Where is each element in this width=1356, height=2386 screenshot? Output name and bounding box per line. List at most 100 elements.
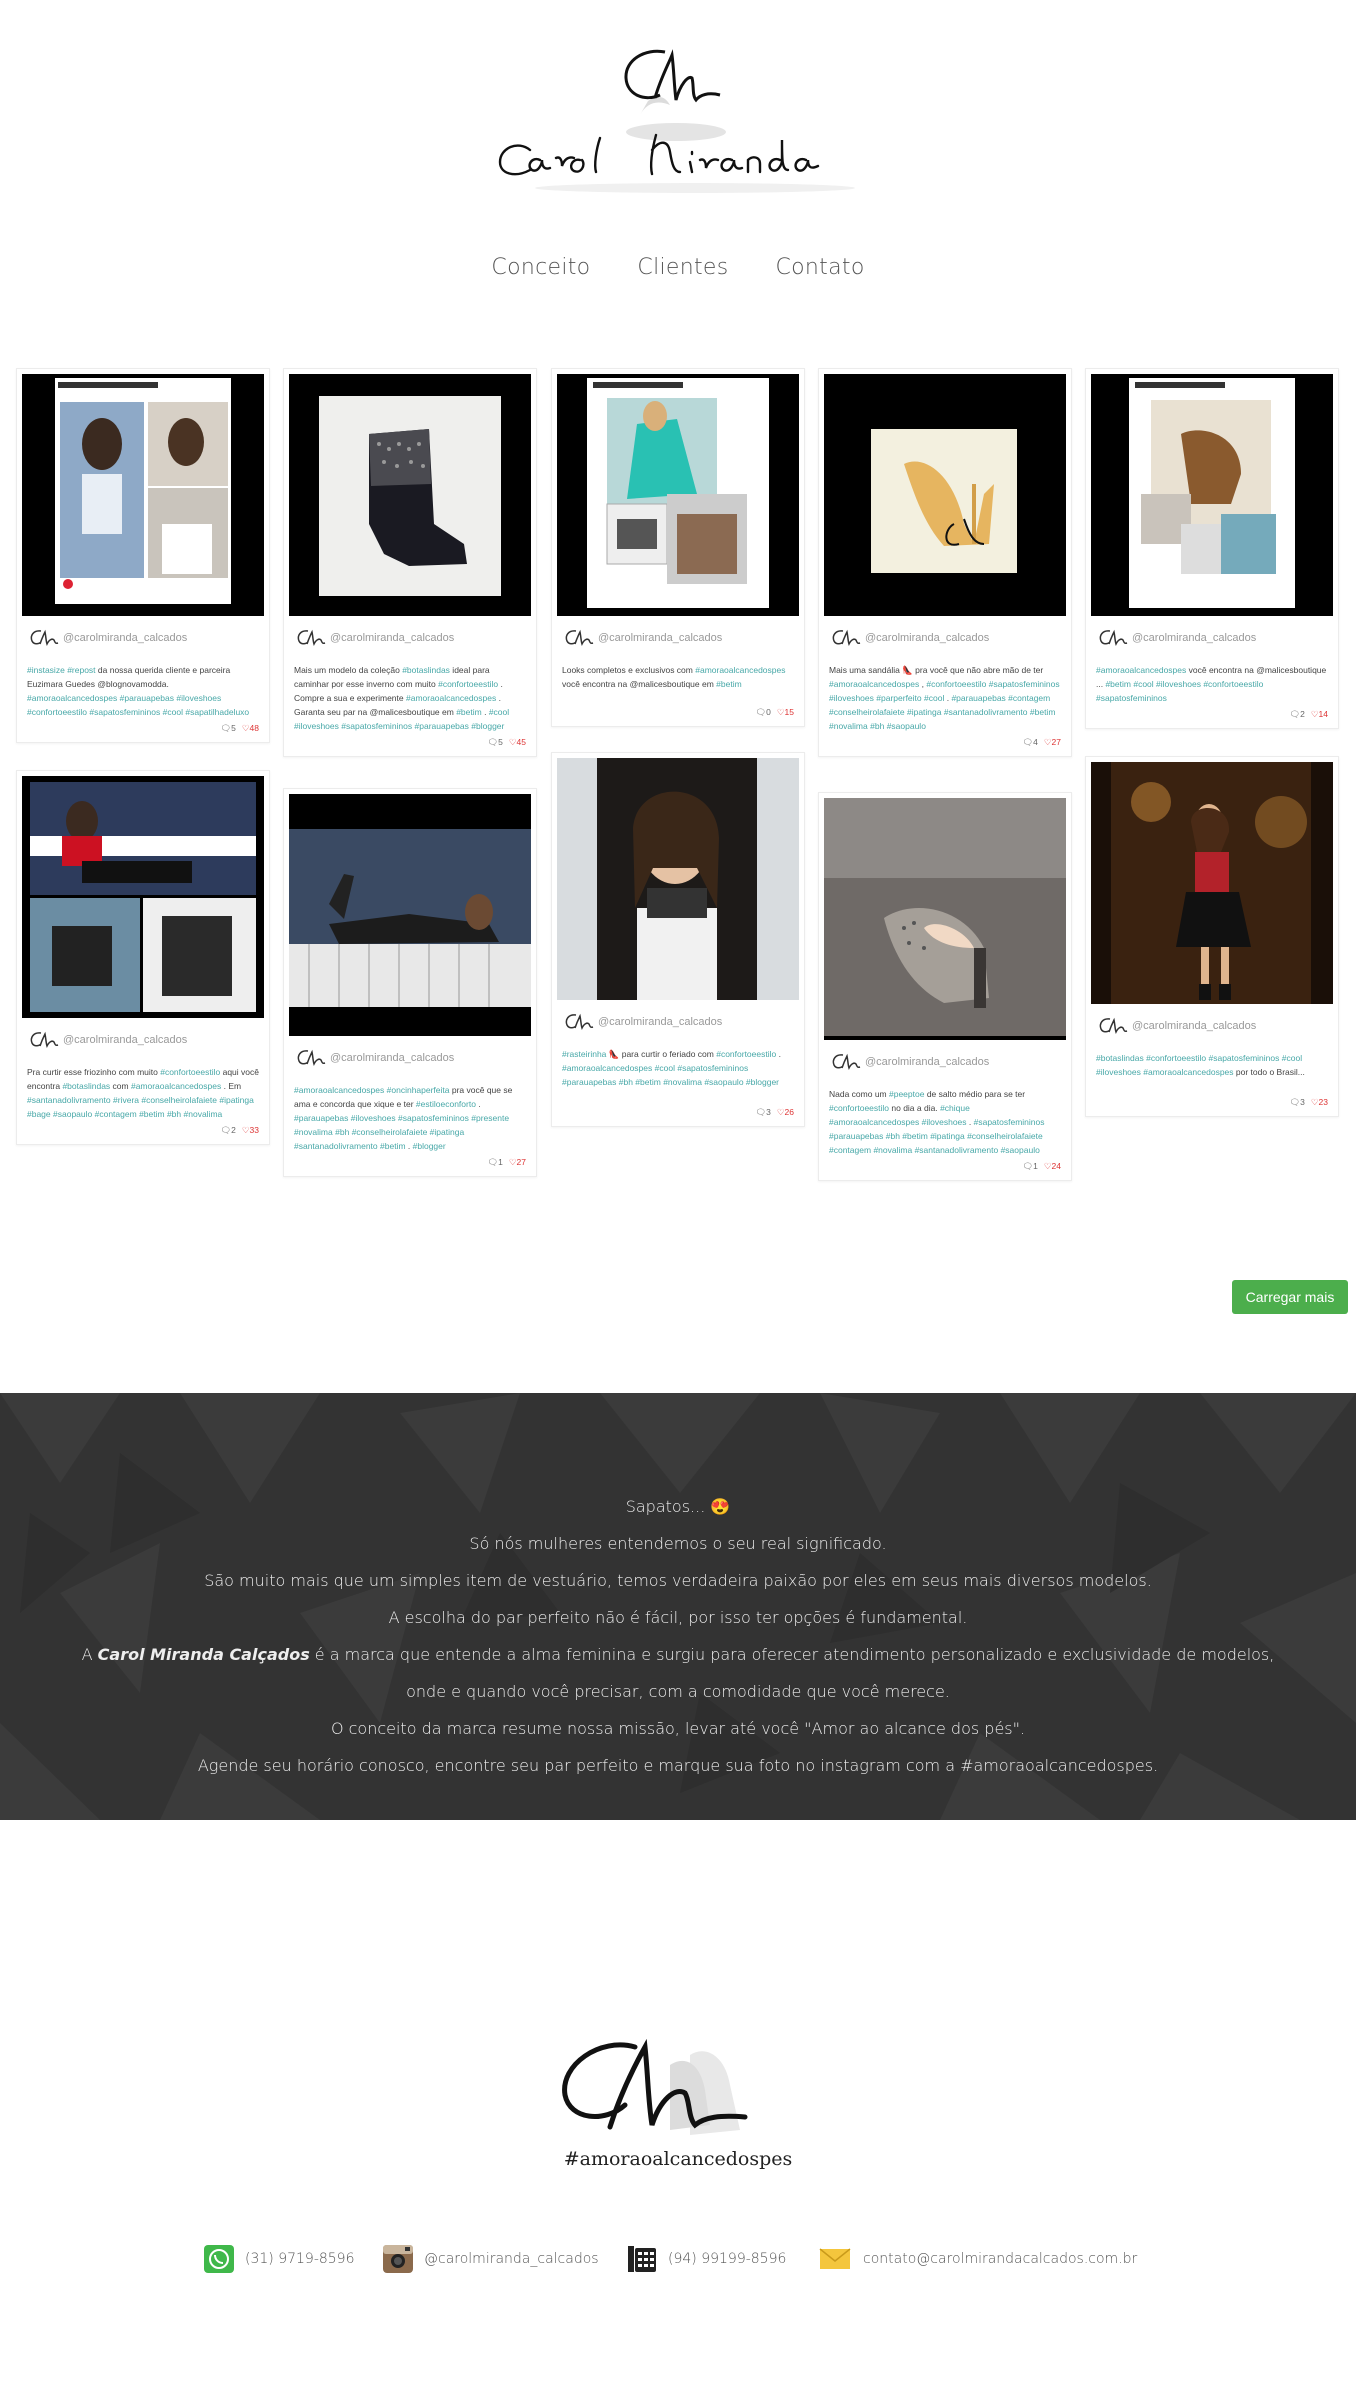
hashtag-link[interactable]: #parauapebas: [294, 1113, 348, 1123]
hashtag-link[interactable]: #betim: [139, 1109, 165, 1119]
hashtag-link[interactable]: #oncinhaperfeita: [387, 1085, 450, 1095]
hashtag-link[interactable]: #sapatosfemininos: [974, 1117, 1045, 1127]
hashtag-link[interactable]: #ipatinga: [219, 1095, 254, 1105]
hashtag-link[interactable]: #bh: [886, 1131, 900, 1141]
hashtag-link[interactable]: #bage: [27, 1109, 51, 1119]
hashtag-link[interactable]: #betim: [635, 1077, 661, 1087]
hashtag-link[interactable]: #betim: [902, 1131, 928, 1141]
instagram-post[interactable]: @carolmiranda_calcados #amoraoalcancedos…: [1085, 368, 1339, 729]
hashtag-link[interactable]: #novalima: [873, 1145, 912, 1155]
hashtag-link[interactable]: #santanadolivramento: [944, 707, 1028, 717]
post-photo[interactable]: [557, 758, 799, 1000]
hashtag-link[interactable]: #cool: [163, 707, 183, 717]
contact-instagram[interactable]: @carolmiranda_calcados: [382, 2243, 599, 2275]
instagram-post[interactable]: @carolmiranda_calcados #rasteirinha 👠 pa…: [551, 752, 805, 1127]
hashtag-link[interactable]: #rasteirinha: [562, 1049, 606, 1059]
hashtag-link[interactable]: #santanadolivramento: [294, 1141, 378, 1151]
hashtag-link[interactable]: #chique: [940, 1103, 970, 1113]
instagram-post[interactable]: @carolmiranda_calcados Mais um modelo da…: [283, 368, 537, 757]
hashtag-link[interactable]: #santanadolivramento: [915, 1145, 999, 1155]
hashtag-link[interactable]: #amoraoalcancedospes: [1143, 1067, 1233, 1077]
hashtag-link[interactable]: #saopaulo: [704, 1077, 743, 1087]
instagram-post[interactable]: @carolmiranda_calcados #instasize #repos…: [16, 368, 270, 743]
hashtag-link[interactable]: #sapatosfemininos: [1209, 1053, 1280, 1063]
hashtag-link[interactable]: #iloveshoes: [351, 1113, 396, 1123]
hashtag-link[interactable]: #blogger: [413, 1141, 446, 1151]
hashtag-link[interactable]: #botaslindas: [1096, 1053, 1144, 1063]
nav-contato[interactable]: Contato: [776, 255, 865, 280]
hashtag-link[interactable]: #amoraoalcancedospes: [406, 693, 496, 703]
hashtag-link[interactable]: #sapatilhadeluxo: [185, 707, 249, 717]
brand-logo[interactable]: [0, 40, 1356, 200]
instagram-post[interactable]: @carolmiranda_calcados Pra curtir esse f…: [16, 770, 270, 1145]
instagram-post[interactable]: @carolmiranda_calcados Nada como um #pee…: [818, 792, 1072, 1181]
hashtag-link[interactable]: #conselheirolafaiete: [829, 707, 905, 717]
hashtag-link[interactable]: #parauapebas: [415, 721, 469, 731]
hashtag-link[interactable]: #sapatosfemininos: [89, 707, 160, 717]
hashtag-link[interactable]: #parauapebas: [951, 693, 1005, 703]
hashtag-link[interactable]: #conselheirolafaiete: [141, 1095, 217, 1105]
hashtag-link[interactable]: #sapatosfemininos: [1096, 693, 1167, 703]
hashtag-link[interactable]: #repost: [67, 665, 95, 675]
hashtag-link[interactable]: #bh: [870, 721, 884, 731]
post-photo[interactable]: [557, 374, 799, 616]
hashtag-link[interactable]: #estiloeconforto: [416, 1099, 476, 1109]
hashtag-link[interactable]: #sapatosfemininos: [989, 679, 1060, 689]
hashtag-link[interactable]: #confortoeestilo: [1203, 679, 1263, 689]
hashtag-link[interactable]: #bh: [335, 1127, 349, 1137]
hashtag-link[interactable]: #cool: [655, 1063, 675, 1073]
hashtag-link[interactable]: #iloveshoes: [829, 693, 874, 703]
hashtag-link[interactable]: #confortoeestilo: [1146, 1053, 1206, 1063]
contact-whatsapp[interactable]: (31) 9719-8596: [203, 2243, 355, 2275]
hashtag-link[interactable]: #novalima: [829, 721, 868, 731]
post-photo[interactable]: [289, 374, 531, 616]
hashtag-link[interactable]: #bh: [619, 1077, 633, 1087]
hashtag-link[interactable]: #ipatinga: [907, 707, 942, 717]
hashtag-link[interactable]: #confortoeestilo: [160, 1067, 220, 1077]
hashtag-link[interactable]: #cool: [489, 707, 509, 717]
hashtag-link[interactable]: #confortoeestilo: [716, 1049, 776, 1059]
post-photo[interactable]: [289, 794, 531, 1036]
hashtag-link[interactable]: #blogger: [746, 1077, 779, 1087]
hashtag-link[interactable]: #novalima: [184, 1109, 223, 1119]
instagram-post[interactable]: @carolmiranda_calcados #amoraoalcancedos…: [283, 788, 537, 1177]
hashtag-link[interactable]: #botaslindas: [62, 1081, 110, 1091]
hashtag-link[interactable]: #instasize: [27, 665, 65, 675]
hashtag-link[interactable]: #novalima: [663, 1077, 702, 1087]
hashtag-link[interactable]: #rivera: [113, 1095, 139, 1105]
hashtag-link[interactable]: #cool: [924, 693, 944, 703]
hashtag-link[interactable]: #betim: [716, 679, 742, 689]
instagram-post[interactable]: @carolmiranda_calcados #botaslindas #con…: [1085, 756, 1339, 1117]
post-photo[interactable]: [1091, 374, 1333, 616]
hashtag-link[interactable]: #botaslindas: [402, 665, 450, 675]
load-more-button[interactable]: Carregar mais: [1232, 1280, 1348, 1314]
hashtag-link[interactable]: #sapatosfemininos: [341, 721, 412, 731]
hashtag-link[interactable]: #amoraoalcancedospes: [562, 1063, 652, 1073]
hashtag-link[interactable]: #iloveshoes: [922, 1117, 967, 1127]
instagram-post[interactable]: @carolmiranda_calcados Mais uma sandália…: [818, 368, 1072, 757]
hashtag-link[interactable]: #sapatosfemininos: [677, 1063, 748, 1073]
post-photo[interactable]: [824, 798, 1066, 1040]
hashtag-link[interactable]: #betim: [1030, 707, 1056, 717]
hashtag-link[interactable]: #betim: [1105, 679, 1131, 689]
hashtag-link[interactable]: #ipatinga: [930, 1131, 965, 1141]
hashtag-link[interactable]: #bh: [167, 1109, 181, 1119]
hashtag-link[interactable]: #contagem: [829, 1145, 871, 1155]
hashtag-link[interactable]: #presente: [471, 1113, 509, 1123]
hashtag-link[interactable]: #conselheirolafaiete: [967, 1131, 1043, 1141]
hashtag-link[interactable]: #amoraoalcancedospes: [27, 693, 117, 703]
post-photo[interactable]: [824, 374, 1066, 616]
hashtag-link[interactable]: #confortoeestilo: [27, 707, 87, 717]
post-photo[interactable]: [22, 776, 264, 1018]
hashtag-link[interactable]: #amoraoalcancedospes: [1096, 665, 1186, 675]
hashtag-link[interactable]: #iloveshoes: [176, 693, 221, 703]
nav-conceito[interactable]: Conceito: [491, 255, 590, 280]
post-photo[interactable]: [22, 374, 264, 616]
hashtag-link[interactable]: #parauapebas: [829, 1131, 883, 1141]
instagram-post[interactable]: @carolmiranda_calcados Looks completos e…: [551, 368, 805, 727]
hashtag-link[interactable]: #contagem: [95, 1109, 137, 1119]
hashtag-link[interactable]: #amoraoalcancedospes: [829, 679, 919, 689]
hashtag-link[interactable]: #sapatosfemininos: [398, 1113, 469, 1123]
hashtag-link[interactable]: #saopaulo: [53, 1109, 92, 1119]
hashtag-link[interactable]: #saopaulo: [1001, 1145, 1040, 1155]
